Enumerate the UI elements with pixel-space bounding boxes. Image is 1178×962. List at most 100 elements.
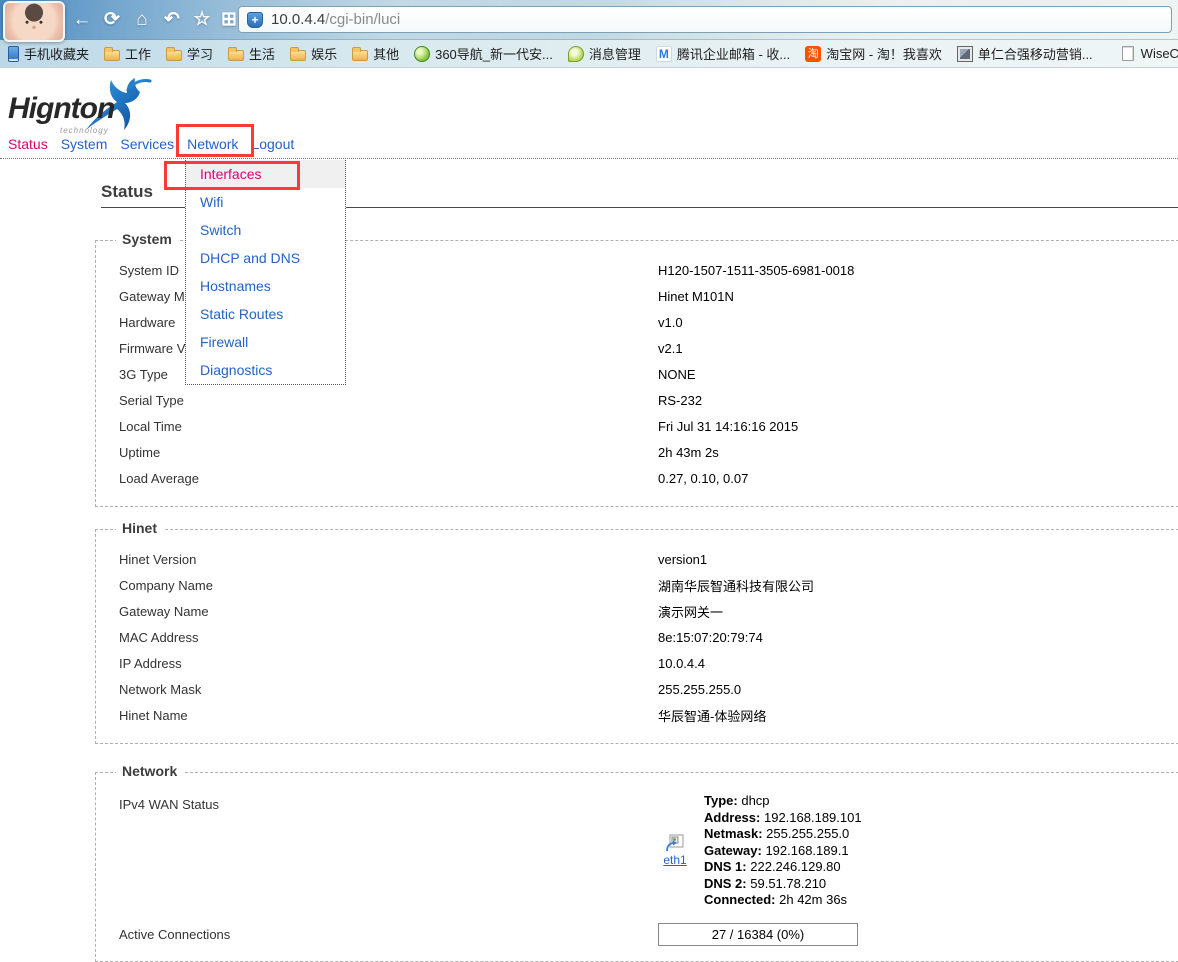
row-label: Gateway M: [96, 289, 658, 304]
bookmark-item[interactable]: 消息管理: [568, 44, 641, 63]
menu-item-logout[interactable]: Logout: [251, 136, 294, 152]
undo-icon[interactable]: ↶: [158, 6, 186, 34]
bookmark-item[interactable]: 手机收藏夹: [6, 44, 89, 63]
360-icon: [414, 46, 430, 62]
logo-subtitle: technology: [60, 126, 109, 135]
phone-icon: [8, 46, 19, 62]
folder-icon: [104, 50, 120, 61]
bookmark-item[interactable]: WiseCRM NBS - ...: [1120, 46, 1178, 61]
row-value: RS-232: [658, 393, 702, 408]
wan-detail-line: Netmask: 255.255.255.0: [704, 826, 862, 843]
bookmark-item[interactable]: 娱乐: [290, 44, 337, 63]
shield-icon: +: [247, 12, 263, 28]
table-row: Serial TypeRS-232: [96, 387, 1178, 413]
bookmark-item[interactable]: 360导航_新一代安...: [414, 44, 553, 63]
bookmark-item[interactable]: 其他: [352, 44, 399, 63]
system-section-legend: System: [116, 231, 178, 247]
active-connections-meter: 27 / 16384 (0%): [658, 923, 858, 946]
user-avatar[interactable]: [3, 1, 65, 42]
bookmark-item[interactable]: 淘宝网 - 淘！我喜欢: [805, 44, 942, 63]
hinet-section: Hinet Hinet Versionversion1 Company Name…: [95, 529, 1178, 744]
browser-toolbar: ← ⟳ ⌂ ↶ ☆ ⊞ + 10.0.4.4/cgi-bin/luci: [0, 0, 1178, 40]
row-value: 华辰智通-体验网络: [658, 706, 766, 725]
row-label: System ID: [96, 263, 658, 278]
row-label: Hinet Name: [96, 708, 658, 723]
bookmark-label: WiseCRM NBS - ...: [1141, 46, 1178, 61]
dropdown-item-diagnostics[interactable]: Diagnostics: [186, 356, 345, 384]
eth1-link[interactable]: eth1: [663, 853, 686, 867]
menu-item-network[interactable]: Network: [187, 136, 238, 152]
address-bar[interactable]: + 10.0.4.4/cgi-bin/luci: [238, 6, 1172, 33]
mail-icon: [656, 46, 672, 62]
url-text: 10.0.4.4/cgi-bin/luci: [271, 11, 400, 28]
bookmark-item[interactable]: 学习: [166, 44, 213, 63]
bookmark-label: 360导航_新一代安...: [435, 44, 553, 63]
wan-detail-line: Gateway: 192.168.189.1: [704, 843, 862, 860]
table-row: IP Address10.0.4.4: [96, 650, 1178, 676]
logo-text: Hignton: [8, 92, 114, 126]
star-icon[interactable]: ☆: [188, 6, 216, 34]
bookmark-label: 单仁合强移动营销...: [978, 44, 1093, 63]
row-label: Network Mask: [96, 682, 658, 697]
reload-icon[interactable]: ⟳: [98, 6, 126, 34]
row-value: v1.0: [658, 315, 683, 330]
bookmark-item[interactable]: 单仁合强移动营销...: [957, 44, 1093, 63]
row-label: Serial Type: [96, 393, 658, 408]
active-connections-row: Active Connections 27 / 16384 (0%): [96, 923, 1178, 946]
wan-detail-line: DNS 1: 222.246.129.80: [704, 859, 862, 876]
row-label: Load Average: [96, 471, 658, 486]
folder-icon: [290, 50, 306, 61]
home-icon[interactable]: ⌂: [128, 6, 156, 34]
row-label: Hinet Version: [96, 552, 658, 567]
hinet-section-legend: Hinet: [116, 520, 163, 536]
dropdown-item-switch[interactable]: Switch: [186, 216, 345, 244]
wan-detail-line: Connected: 2h 42m 36s: [704, 892, 862, 909]
row-value: 演示网关一: [658, 602, 723, 621]
row-value: 255.255.255.0: [658, 682, 741, 697]
bookmark-item[interactable]: 工作: [104, 44, 151, 63]
row-label: MAC Address: [96, 630, 658, 645]
wan-status-row: IPv4 WAN Status eth1 Type: dhcp Address:…: [96, 789, 1178, 909]
dropdown-item-interfaces[interactable]: Interfaces: [186, 160, 345, 188]
dropdown-item-hostnames[interactable]: Hostnames: [186, 272, 345, 300]
menu-item-system[interactable]: System: [61, 136, 108, 152]
row-label: IPv4 WAN Status: [96, 793, 658, 812]
row-label: 3G Type: [96, 367, 658, 382]
wan-interface: eth1: [658, 834, 692, 867]
dropdown-item-static-routes[interactable]: Static Routes: [186, 300, 345, 328]
dropdown-item-dhcp-and-dns[interactable]: DHCP and DNS: [186, 244, 345, 272]
row-value: v2.1: [658, 341, 683, 356]
table-row: Hinet Name华辰智通-体验网络: [96, 702, 1178, 728]
bookmark-label: 消息管理: [589, 44, 641, 63]
taobao-icon: [805, 46, 821, 62]
table-row: Network Mask255.255.255.0: [96, 676, 1178, 702]
bookmarks-bar: 手机收藏夹 工作 学习 生活 娱乐 其他 360导航_新一代安... 消息管理 …: [0, 40, 1178, 68]
bookmark-item[interactable]: 生活: [228, 44, 275, 63]
table-row: Local TimeFri Jul 31 14:16:16 2015: [96, 413, 1178, 439]
hignton-logo: Hignton technology: [8, 78, 158, 136]
bookmark-label: 其他: [373, 44, 399, 63]
bookmark-label: 娱乐: [311, 44, 337, 63]
dropdown-item-wifi[interactable]: Wifi: [186, 188, 345, 216]
dropdown-item-firewall[interactable]: Firewall: [186, 328, 345, 356]
bookmark-label: 淘宝网 - 淘！我喜欢: [826, 44, 942, 63]
menu-item-services[interactable]: Services: [120, 136, 174, 152]
row-label: Firmware V: [96, 341, 658, 356]
menu-item-status[interactable]: Status: [8, 136, 48, 152]
row-label: IP Address: [96, 656, 658, 671]
bookmark-label: 工作: [125, 44, 151, 63]
folder-icon: [166, 50, 182, 61]
bookmark-label: 腾讯企业邮箱 - 收...: [677, 44, 790, 63]
row-value: 2h 43m 2s: [658, 445, 719, 460]
network-section: Network IPv4 WAN Status eth1 Type: dhcp: [95, 772, 1178, 962]
row-label: Gateway Name: [96, 604, 658, 619]
row-label: Local Time: [96, 419, 658, 434]
bookmark-label: 生活: [249, 44, 275, 63]
interface-icon: [665, 834, 685, 853]
row-label: Hardware: [96, 315, 658, 330]
row-value: 10.0.4.4: [658, 656, 705, 671]
back-icon[interactable]: ←: [68, 6, 96, 34]
bookmark-item[interactable]: 腾讯企业邮箱 - 收...: [656, 44, 790, 63]
row-value: version1: [658, 552, 707, 567]
row-label: Company Name: [96, 578, 658, 593]
